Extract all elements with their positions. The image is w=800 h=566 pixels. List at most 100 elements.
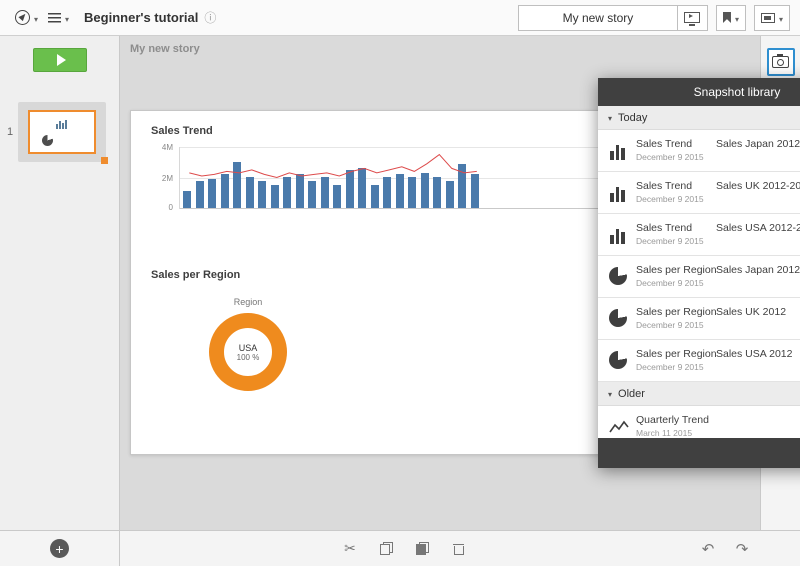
app-window: Beginner's tutorial My new story [0, 0, 800, 566]
chevron-down-icon [34, 10, 38, 25]
story-canvas[interactable]: My new story Sales Trend 4M 2M 0 Sales p… [120, 36, 800, 530]
redo-button[interactable] [732, 539, 752, 559]
scissors-icon [344, 540, 356, 557]
snapshot-section-header[interactable]: Older [598, 382, 800, 406]
snapshot-name: Sales per Region [636, 306, 717, 318]
redo-icon [736, 540, 749, 558]
y-tick: 0 [168, 203, 173, 212]
play-story-button[interactable] [677, 4, 708, 31]
snapshot-name: Quarterly Trend [636, 414, 709, 426]
chevron-down-icon [608, 388, 612, 400]
chevron-down-icon [735, 10, 739, 25]
snapshot-name: Sales Trend [636, 180, 693, 192]
footer-left [0, 531, 120, 566]
copy-button[interactable] [376, 539, 396, 559]
pie-chart-icon [609, 267, 627, 285]
paste-button[interactable] [412, 539, 432, 559]
trend-line [189, 153, 477, 179]
paste-icon [415, 542, 429, 555]
y-tick: 2M [161, 174, 173, 183]
story-selector[interactable]: My new story [517, 4, 678, 31]
story-group: My new story [517, 4, 708, 31]
snapshot-date: March 11 2015 [636, 428, 693, 438]
donut-center-value: 100 % [236, 352, 260, 362]
play-icon [56, 54, 66, 66]
y-axis: 4M 2M 0 [151, 143, 179, 212]
trend-line-layer [189, 153, 477, 179]
slide-thumbnail[interactable] [18, 102, 108, 164]
dimension-label: Region [233, 297, 263, 307]
bar-chart-icon [609, 183, 629, 203]
resize-handle[interactable] [101, 157, 108, 164]
delete-button[interactable] [448, 539, 468, 559]
pie-chart-icon [609, 351, 627, 369]
mini-pie-chart-icon [42, 135, 53, 146]
slide-thumbnail-card [28, 110, 96, 154]
canvas-story-title: My new story [130, 43, 200, 55]
snapshot-date: December 9 2015 [636, 362, 704, 372]
views-button[interactable] [753, 4, 790, 31]
camera-icon [772, 53, 789, 68]
navigation-menu-button[interactable] [10, 6, 43, 29]
snapshot-tool-button[interactable] [766, 48, 795, 76]
add-slide-button[interactable] [50, 539, 69, 558]
snapshot-section-header[interactable]: Today [598, 106, 800, 130]
snapshot-name: Sales per Region [636, 264, 717, 276]
snapshot-description: Sales UK 2012 [716, 306, 787, 318]
screens-icon [760, 12, 775, 23]
undo-icon [702, 540, 715, 558]
snapshot-name: Sales per Region [636, 348, 717, 360]
section-label: Today [618, 111, 648, 124]
chevron-down-icon [65, 10, 69, 25]
bookmark-icon [722, 12, 731, 23]
main-area: 1 My new story Sales Trend 4M 2M 0 Sales… [0, 36, 800, 530]
bookmarks-button[interactable] [715, 4, 746, 31]
pie-chart-icon [609, 309, 627, 327]
snapshot-item[interactable]: Sales Trend December 9 2015 Sales Japan 20… [598, 130, 800, 172]
snapshot-date: December 9 2015 [636, 320, 704, 330]
snapshot-date: December 9 2015 [636, 152, 704, 162]
footer-right [698, 531, 752, 566]
play-preview-button[interactable] [33, 48, 87, 72]
section-label: Older [618, 387, 645, 400]
chevron-down-icon [608, 112, 612, 124]
cut-button[interactable] [340, 539, 360, 559]
app-title: Beginner's tutorial [84, 10, 199, 25]
snapshot-item[interactable]: Sales Trend December 9 2015 Sales USA 2012… [598, 214, 800, 256]
snapshot-date: December 9 2015 [636, 194, 704, 204]
snapshot-list: Today Sales Trend December 9 2015 Sales Jap… [598, 106, 800, 438]
info-icon[interactable] [204, 9, 216, 26]
snapshot-library-panel: Snapshot library Today Sales Trend Decembe… [598, 78, 800, 468]
bar-chart-icon [609, 141, 629, 161]
top-toolbar: Beginner's tutorial My new story [0, 0, 800, 36]
toolbar-right-group: My new story [517, 4, 790, 31]
snapshot-description: Sales UK 2012-2014 [716, 180, 800, 192]
snapshot-description: Sales Japan 2012 [716, 264, 800, 276]
snapshot-item[interactable]: Sales per Region December 9 2015 Sales UK … [598, 298, 800, 340]
slide-thumbnail-row: 1 [2, 102, 118, 164]
snapshot-library-header: Snapshot library [598, 78, 800, 106]
sales-region-object[interactable]: Sales per Region Region USA 100 % [151, 269, 351, 444]
compass-icon [15, 10, 30, 25]
snapshot-item[interactable]: Sales Trend December 9 2015 Sales UK 2012-… [598, 172, 800, 214]
mini-bar-chart-icon [56, 120, 67, 129]
list-icon [48, 12, 62, 23]
footer-center [340, 531, 468, 566]
slide-panel: 1 [0, 36, 120, 530]
undo-button[interactable] [698, 539, 718, 559]
monitor-play-icon [684, 12, 701, 26]
snapshot-date: December 9 2015 [636, 236, 704, 246]
snapshot-name: Sales Trend [636, 222, 693, 234]
trash-icon [452, 542, 464, 556]
snapshot-item[interactable]: Sales per Region December 9 2015 Sales USA… [598, 340, 800, 382]
snapshot-item[interactable]: Quarterly Trend March 11 2015 [598, 406, 800, 438]
snapshot-item[interactable]: Sales per Region December 9 2015 Sales Jap… [598, 256, 800, 298]
snapshot-description: Sales USA 2012-2014 [716, 222, 800, 234]
snapshot-description: Sales Japan 2012-2014 [716, 138, 800, 150]
snapshot-date: December 9 2015 [636, 278, 704, 288]
snapshot-description: Sales USA 2012 [716, 348, 793, 360]
chevron-down-icon [779, 10, 783, 25]
app-options-button[interactable] [43, 6, 74, 29]
bar-chart-icon [609, 225, 629, 245]
snapshot-library-footer [598, 438, 800, 468]
